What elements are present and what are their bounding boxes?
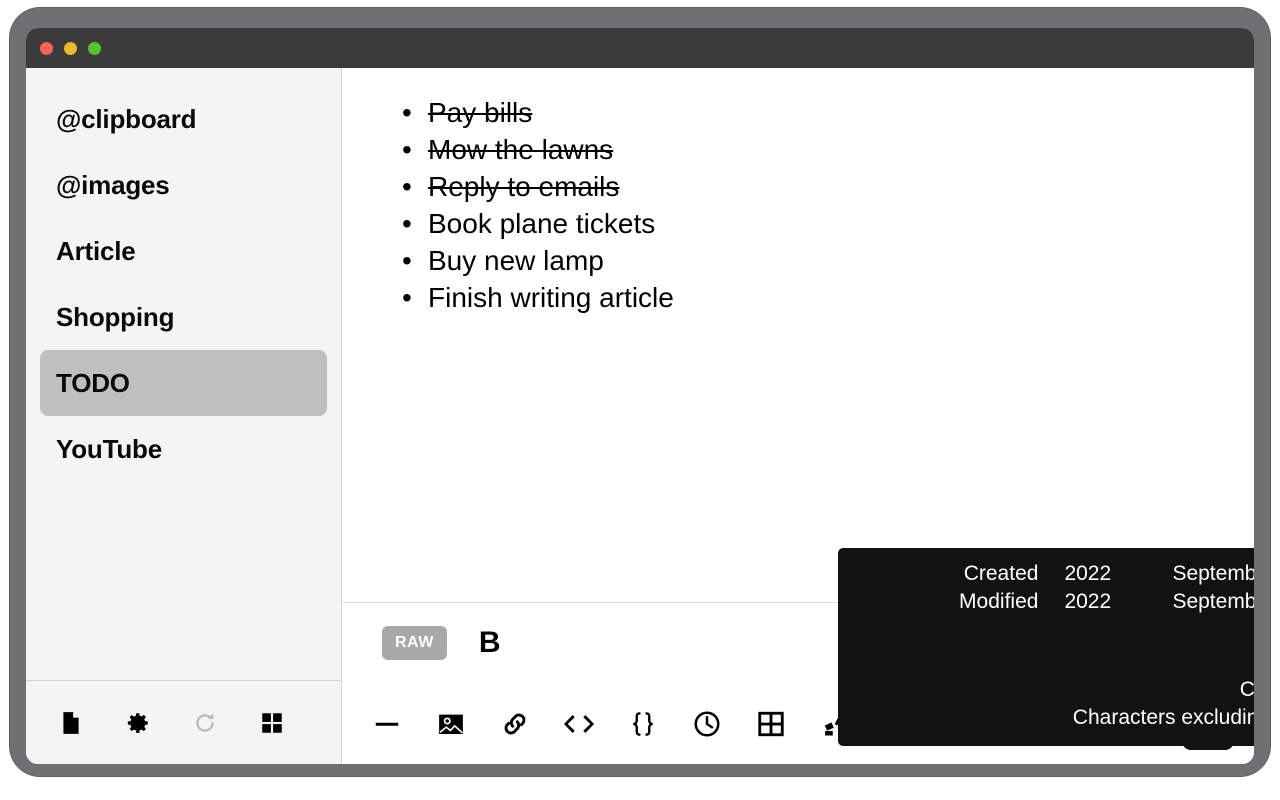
metadata-date: September 8 (1172, 560, 1254, 588)
sidebar-item-article[interactable]: Article (40, 218, 327, 284)
code-icon[interactable] (564, 709, 594, 739)
metadata-year: 2022 (1064, 560, 1172, 588)
screen: @clipboard@imagesArticleShoppingTODOYouT… (26, 28, 1254, 764)
sidebar-item-at-images[interactable]: @images (40, 152, 327, 218)
todo-item[interactable]: Mow the lawns (402, 131, 1254, 168)
horizontal-rule-icon[interactable] (372, 709, 402, 739)
metadata-panel: Created2022September 81:17:09 PMModified… (838, 548, 1254, 746)
metadata-date: September 8 (1172, 588, 1254, 616)
settings-gear-icon[interactable] (125, 710, 151, 736)
device-bezel: @clipboard@imagesArticleShoppingTODOYouT… (10, 8, 1270, 776)
grid-view-icon[interactable] (259, 710, 285, 736)
sidebar-item-shopping[interactable]: Shopping (40, 284, 327, 350)
metadata-count-label: Characters (850, 676, 1254, 704)
new-document-icon[interactable] (58, 710, 84, 736)
metadata-row: Created2022September 81:17:09 PM (850, 560, 1254, 588)
bold-button[interactable]: B (473, 626, 507, 660)
todo-item-label: Book plane tickets (428, 208, 655, 239)
note-list: @clipboard@imagesArticleShoppingTODOYouT… (26, 68, 341, 680)
metadata-count-label: Characters excluding spaces (850, 704, 1254, 732)
window-titlebar (26, 28, 1254, 68)
minimize-button[interactable] (64, 42, 77, 55)
metadata-count-label: Words (850, 648, 1254, 676)
todo-item[interactable]: Book plane tickets (402, 205, 1254, 242)
clock-icon[interactable] (692, 709, 722, 739)
metadata-row: Modified2022September 81:43:58 PM (850, 588, 1254, 616)
main-panel: Pay bills Mow the lawns Reply to emails Boo… (342, 68, 1254, 764)
metadata-count-row: Words17 (850, 648, 1254, 676)
image-icon[interactable] (436, 709, 466, 739)
todo-item-label: Finish writing article (428, 282, 674, 313)
app-window: @clipboard@imagesArticleShoppingTODOYouT… (26, 28, 1254, 764)
metadata-year: 2022 (1064, 588, 1172, 616)
todo-item[interactable]: Finish writing article (402, 279, 1254, 316)
metadata-count-row: Characters excluding spaces78 (850, 704, 1254, 732)
todo-item[interactable]: Reply to emails (402, 168, 1254, 205)
todo-item-label: Buy new lamp (428, 245, 604, 276)
todo-list: Pay bills Mow the lawns Reply to emails Boo… (402, 94, 1254, 316)
raw-mode-button[interactable]: RAW (382, 626, 447, 660)
curly-braces-icon[interactable] (628, 709, 658, 739)
close-button[interactable] (40, 42, 53, 55)
note-editor[interactable]: Pay bills Mow the lawns Reply to emails Boo… (342, 68, 1254, 602)
todo-item[interactable]: Pay bills (402, 94, 1254, 131)
sidebar-item-todo[interactable]: TODO (40, 350, 327, 416)
metadata-count-row: Characters94 (850, 676, 1254, 704)
refresh-icon[interactable] (192, 710, 218, 736)
todo-item-label: Pay bills (428, 97, 532, 128)
sidebar-item-youtube[interactable]: YouTube (40, 416, 327, 482)
metadata-table: Created2022September 81:17:09 PMModified… (850, 560, 1254, 732)
todo-item-label: Reply to emails (428, 171, 619, 202)
window-body: @clipboard@imagesArticleShoppingTODOYouT… (26, 68, 1254, 764)
metadata-label: Created (850, 560, 1064, 588)
sidebar-footer (26, 680, 341, 764)
metadata-spacer (850, 616, 1254, 648)
link-icon[interactable] (500, 709, 530, 739)
table-icon[interactable] (756, 709, 786, 739)
sidebar: @clipboard@imagesArticleShoppingTODOYouT… (26, 68, 342, 764)
metadata-label: Modified (850, 588, 1064, 616)
todo-item-label: Mow the lawns (428, 134, 613, 165)
todo-item[interactable]: Buy new lamp (402, 242, 1254, 279)
sidebar-item-at-clipboard[interactable]: @clipboard (40, 86, 327, 152)
maximize-button[interactable] (88, 42, 101, 55)
